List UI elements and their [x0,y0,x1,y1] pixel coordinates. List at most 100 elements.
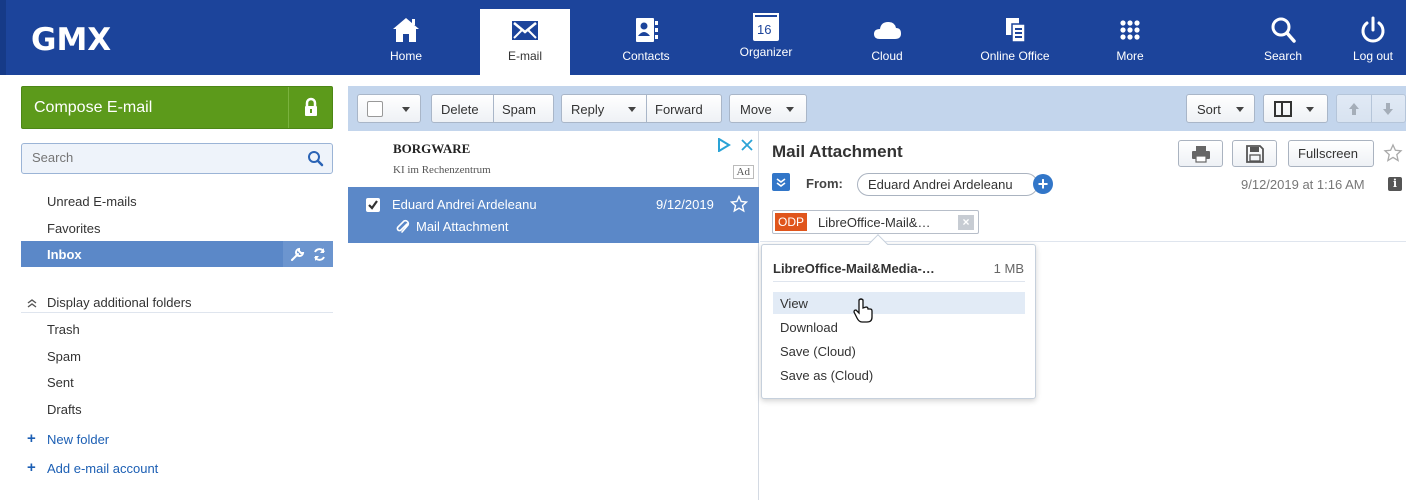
print-button[interactable] [1178,140,1223,167]
layout-button[interactable] [1263,94,1328,123]
sidebar-item-trash[interactable]: Trash [21,316,333,342]
save-button[interactable] [1232,140,1277,167]
arrow-up-icon[interactable] [1348,102,1360,116]
sidebar-item-unread[interactable]: Unread E-mails [21,188,333,214]
gmx-logo[interactable]: GMX [31,22,111,58]
chevron-down-icon [1306,107,1314,112]
move-button[interactable]: Move [729,94,807,123]
sidebar-search-box [21,143,333,174]
from-label: From: [806,176,843,191]
nav-online-office[interactable]: Online Office [970,9,1060,75]
delete-button[interactable]: Delete [441,102,479,117]
attachment-chip[interactable]: ODP LibreOffice-Mail&… × [772,210,979,234]
collapse-header-button[interactable] [772,173,790,191]
sidebar-item-sent[interactable]: Sent [21,369,333,395]
attachment-type-badge: ODP [775,213,808,231]
calendar-day: 16 [757,22,772,37]
sidebar-item-label: Inbox [47,247,82,262]
close-icon[interactable]: × [958,215,974,230]
check-icon [368,200,378,210]
nav-logout[interactable]: Log out [1340,9,1406,75]
sidebar-item-spam[interactable]: Spam [21,343,333,369]
new-folder-link[interactable]: + New folder [21,426,333,452]
sidebar-item-favorites[interactable]: Favorites [21,215,333,241]
compose-email-button[interactable]: Compose E-mail [21,86,333,129]
envelope-icon [512,21,538,40]
delete-spam-group: Delete Spam [431,94,554,123]
nav-home[interactable]: Home [361,9,451,75]
refresh-icon[interactable] [312,247,327,262]
display-additional-folders-label: Display additional folders [47,295,192,310]
compose-lock-button[interactable] [288,87,332,128]
top-navigation-bar: GMX Home E-mail Contacts 16 Organizer Cl… [0,0,1406,75]
select-all-dropdown[interactable] [357,94,421,123]
nav-email[interactable]: E-mail [480,9,570,75]
sidebar-item-label: Trash [47,322,80,337]
nav-logout-label: Log out [1352,49,1394,63]
popup-arrow [868,234,888,254]
list-item[interactable]: Eduard Andrei Ardeleanu 9/12/2019 Mail A… [348,187,759,243]
toolbar-divider [1371,95,1372,122]
lock-icon [305,97,317,116]
sidebar-item-drafts[interactable]: Drafts [21,396,333,422]
ad-choices-icon[interactable] [717,138,731,152]
sidebar-item-label: Favorites [47,221,101,236]
chevron-down-icon [1236,107,1244,112]
search-icon [1271,17,1296,43]
reply-button[interactable]: Reply [571,102,604,117]
inbox-tools [283,241,333,267]
fullscreen-label: Fullscreen [1298,146,1358,161]
online-office-icon [1006,18,1026,43]
chevron-down-icon[interactable] [628,107,636,112]
plus-icon: + [27,430,36,447]
spam-button[interactable]: Spam [502,102,536,117]
ad-subtitle: KI im Rechenzentrum [393,164,491,176]
menu-item-save-as-cloud[interactable]: Save as (Cloud) [773,364,1025,386]
sender-chip[interactable]: Eduard Andrei Ardeleanu [857,173,1038,196]
star-outline-icon[interactable] [730,195,748,213]
nav-search[interactable]: Search [1238,9,1328,75]
star-outline-icon[interactable] [1383,143,1403,163]
menu-item-download[interactable]: Download [773,316,1025,338]
reply-forward-group: Reply Forward [561,94,722,123]
nav-email-label: E-mail [507,49,542,63]
forward-button[interactable]: Forward [655,102,703,117]
menu-item-view[interactable]: View [773,292,1025,314]
chevron-down-icon [402,107,410,112]
close-icon[interactable] [741,139,753,151]
top-bar-edge [0,0,6,75]
chevron-down-icon [786,107,794,112]
info-icon[interactable]: i [1388,177,1402,191]
contacts-icon [636,18,658,42]
search-icon[interactable] [307,150,324,167]
sidebar-item-inbox[interactable]: Inbox [21,241,333,267]
popup-size: 1 MB [993,261,1024,276]
attachment-name: LibreOffice-Mail&… [818,215,931,230]
plus-icon: + [27,459,36,476]
fullscreen-button[interactable]: Fullscreen [1288,140,1374,167]
ad-brand: BORGWARE [393,141,471,156]
sort-button[interactable]: Sort [1186,94,1255,123]
search-input[interactable] [32,150,292,165]
nav-contacts[interactable]: Contacts [601,9,691,75]
message-checkbox[interactable] [366,198,380,212]
ad-row[interactable]: BORGWARE KI im Rechenzentrum Ad [348,131,759,187]
nav-contacts-label: Contacts [622,49,670,63]
nav-more[interactable]: More [1085,9,1175,75]
arrow-down-icon[interactable] [1382,102,1394,116]
reading-pane-divider [760,241,1406,242]
home-icon [393,18,419,42]
message-subject: Mail Attachment [416,219,509,234]
nav-cloud[interactable]: Cloud [842,9,932,75]
sidebar-item-label: Sent [47,375,74,390]
popup-divider [773,281,1025,282]
select-checkbox[interactable] [367,101,383,117]
toolbar-divider [646,95,647,122]
add-contact-icon[interactable]: + [1033,174,1053,194]
menu-item-save-cloud[interactable]: Save (Cloud) [773,340,1025,362]
add-email-account-label: Add e-mail account [47,461,159,476]
wrench-icon[interactable] [290,247,305,262]
nav-organizer[interactable]: 16 Organizer [721,9,811,75]
add-email-account-link[interactable]: + Add e-mail account [21,455,333,481]
sort-label: Sort [1197,102,1221,117]
